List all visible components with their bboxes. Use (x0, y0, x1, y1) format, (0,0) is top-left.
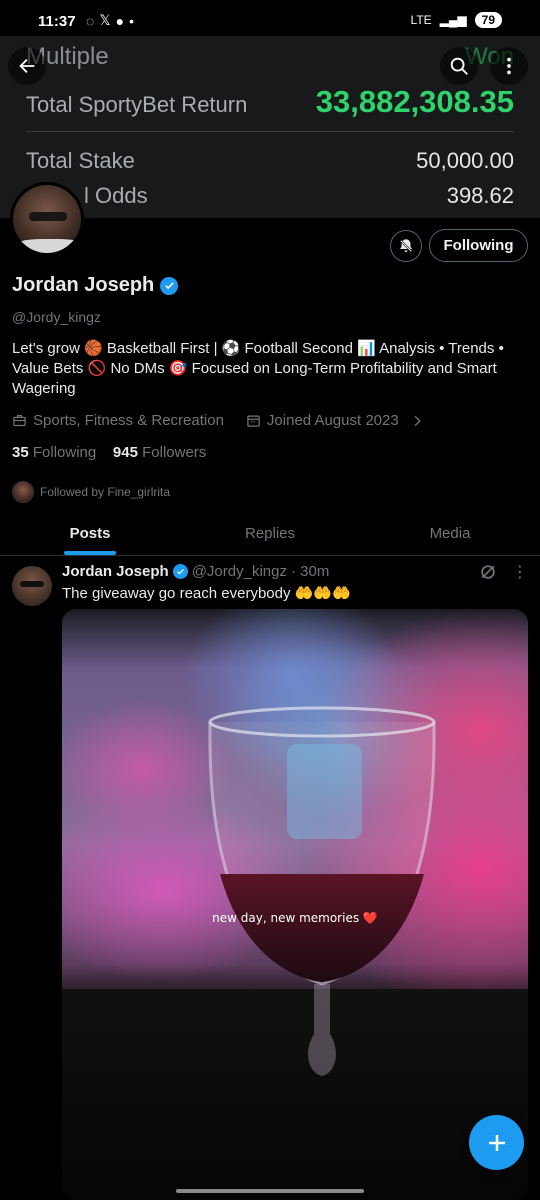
post-verified-badge-icon (172, 564, 188, 579)
follow-counts: 35 Following 945 Followers (12, 444, 206, 461)
stake-row: Total Stake 50,000.00 (26, 148, 514, 174)
following-button[interactable]: Following (429, 229, 528, 262)
chevron-right-icon[interactable] (409, 413, 425, 429)
profile-name: Jordan Joseph (12, 274, 179, 297)
verified-badge-icon (160, 276, 179, 295)
search-button[interactable] (440, 47, 478, 85)
post-avatar[interactable] (12, 566, 52, 606)
dot-icon: • (129, 12, 134, 29)
post-media-image[interactable]: new day, new memories ❤️ (62, 609, 528, 1200)
post-time: · 30m (290, 563, 330, 580)
following-count: 35 (12, 444, 29, 461)
tab-replies[interactable]: Replies (180, 512, 360, 555)
followers-label: Followers (142, 444, 207, 461)
grok-icon[interactable] (478, 562, 498, 582)
network-label: LTE (410, 13, 432, 27)
profile-bio: Let's grow 🏀 Basketball First | ⚽ Footba… (12, 340, 504, 397)
profile-category: Sports, Fitness & Recreation (33, 412, 224, 429)
notification-bell-button[interactable] (390, 230, 422, 262)
bell-icon (399, 239, 413, 253)
back-button[interactable] (8, 47, 46, 85)
stake-value: 50,000.00 (416, 148, 514, 173)
arrow-left-icon (19, 58, 35, 74)
followers-count: 945 (112, 444, 138, 461)
post-avatar-glasses (20, 581, 44, 587)
tab-media[interactable]: Media (360, 512, 540, 555)
briefcase-icon (13, 414, 26, 427)
post-header: Jordan Joseph @Jordy_kingz · 30m (62, 563, 329, 580)
notification-icons: ◌ 𝕏 ● • (86, 12, 134, 29)
odds-value: 398.62 (446, 183, 514, 208)
home-indicator[interactable] (176, 1189, 364, 1193)
message-icon: ● (115, 12, 125, 29)
status-time: 11:37 (38, 13, 76, 30)
post-author-handle[interactable]: @Jordy_kingz (192, 563, 287, 580)
follower-avatar (12, 481, 34, 503)
plus-icon (488, 1134, 505, 1151)
banner-divider (26, 131, 514, 132)
avatar-shirt (13, 239, 81, 253)
stake-label: Total Stake (26, 148, 135, 173)
following-link[interactable]: 35 Following (12, 444, 96, 461)
profile-meta: Sports, Fitness & Recreation Joined Augu… (12, 412, 425, 429)
tab-posts[interactable]: Posts (0, 512, 180, 555)
whatsapp-icon: ◌ (86, 12, 95, 29)
tab-active-indicator (64, 551, 116, 555)
x-icon: 𝕏 (99, 12, 111, 28)
more-options-button[interactable] (490, 47, 528, 85)
tab-media-label: Media (429, 525, 471, 542)
avatar-glasses (29, 212, 67, 221)
calendar-icon (247, 415, 260, 427)
wine-glass-illustration (208, 706, 436, 1076)
followers-link[interactable]: 945 Followers (113, 444, 206, 461)
media-caption: new day, new memories ❤️ (212, 911, 378, 925)
return-value: 33,882,308.35 (315, 84, 514, 119)
tab-posts-label: Posts (69, 525, 111, 542)
post-more-icon[interactable]: ⋮ (510, 562, 530, 582)
profile-avatar[interactable] (10, 182, 84, 256)
odds-row: l Odds 398.62 (26, 183, 514, 209)
search-icon (450, 57, 468, 75)
compose-post-button[interactable] (469, 1115, 524, 1170)
profile-tabs: Posts Replies Media (0, 512, 540, 556)
post-author-name[interactable]: Jordan Joseph (62, 563, 169, 580)
battery-icon: 79 (474, 12, 502, 28)
profile-name-text: Jordan Joseph (12, 274, 155, 296)
return-row: Total SportyBet Return 33,882,308.35 (26, 84, 514, 120)
return-label: Total SportyBet Return (26, 92, 248, 117)
profile-joined: Joined August 2023 (266, 412, 399, 429)
more-vertical-icon (507, 57, 511, 75)
post-text: The giveaway go reach everybody 🤲🤲🤲 (62, 585, 351, 602)
followed-by[interactable]: Followed by Fine_girlrita (12, 481, 170, 503)
following-label: Following (32, 444, 97, 461)
signal-icon: ▂▄▆ (439, 13, 467, 27)
followed-by-text: Followed by Fine_girlrita (40, 485, 171, 499)
profile-handle: @Jordy_kingz (12, 309, 101, 325)
tab-replies-label: Replies (244, 525, 296, 542)
